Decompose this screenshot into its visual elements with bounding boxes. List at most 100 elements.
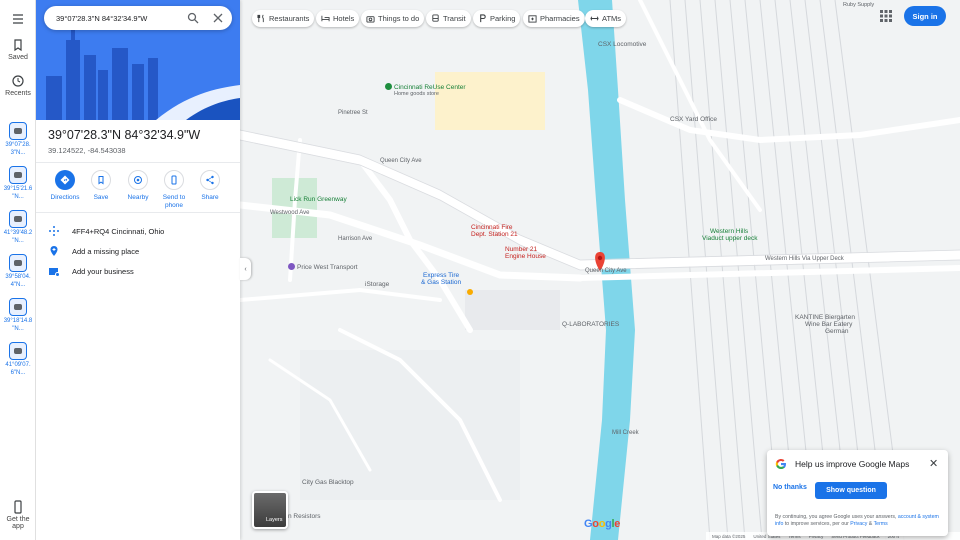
recent-text: 3"N... [10,149,26,156]
collapse-panel-button[interactable]: ‹ [240,258,251,280]
directions-button[interactable]: Directions [46,170,84,202]
chip-label: Pharmacies [540,14,580,23]
recents-button[interactable]: Recents [0,74,36,97]
chip-label: Restaurants [269,14,310,23]
add-business-row[interactable]: Add your business [48,265,134,277]
street-queen-city: Queen City Ave [380,158,422,164]
recent-item[interactable]: 39°58'04. 4"N... [2,254,34,289]
google-g-icon [775,459,786,469]
action-label: Nearby [127,194,149,201]
legal-text: to improve services, per our [784,521,849,527]
action-label: Save [93,194,109,201]
chip-atms[interactable]: ATMs [585,10,627,27]
pharmacy-icon [528,15,537,23]
maps-app: Cincinnati ReUse Center Home goods store… [0,0,960,540]
recent-text: 41°39'48.2 [3,230,33,236]
chip-hotels[interactable]: Hotels [316,10,360,27]
engine-house-label[interactable]: Number 21 [505,246,537,253]
recent-item[interactable]: 39°07'28. 3"N... [2,122,34,157]
search-icon[interactable] [187,12,199,24]
recent-thumb [9,210,27,228]
close-icon[interactable] [213,13,223,23]
add-place-row[interactable]: Add a missing place [48,245,139,257]
layers-label: Layers [266,517,283,523]
place-title: 39°07'28.3"N 84°32'34.9"W [48,128,201,142]
city-gas-label[interactable]: City Gas Blacktop [302,479,354,486]
layers-button[interactable]: Layers [252,491,288,529]
poi-marker [467,289,473,295]
privacy-link[interactable]: Privacy [850,521,867,527]
phone-icon [14,500,22,514]
no-thanks-button[interactable]: No thanks [773,484,807,491]
price-west-label[interactable]: Price West Transport [288,263,358,271]
fire-dept-label[interactable]: Cincinnati Fire [471,224,513,231]
resistors-label[interactable]: n Resistors [288,513,321,520]
search-input[interactable] [56,6,176,30]
kantine-label[interactable]: KANTINE Biergarten [795,314,855,321]
chip-transit[interactable]: Transit [426,10,471,27]
recent-thumb [9,298,27,316]
add-business-text: Add your business [72,266,134,276]
send-circle [164,170,184,190]
express-tire-label[interactable]: Express Tire [423,272,459,279]
show-question-button[interactable]: Show question [815,482,887,499]
recent-text: 39°18'14.8 [3,318,33,324]
chip-restaurants[interactable]: Restaurants [252,10,315,27]
istorage-label[interactable]: iStorage [365,281,389,288]
plus-code-row[interactable]: 4FF4+RQ4 Cincinnati, Ohio [48,225,164,237]
apps-grid-icon[interactable] [880,10,892,22]
recent-item[interactable]: 39°15'21.6 "N... [2,166,34,201]
chip-label: Things to do [378,14,420,23]
close-icon[interactable]: ✕ [929,457,938,470]
hamburger-menu-icon [13,14,23,24]
search-box[interactable] [44,6,232,30]
plus-code-icon [49,226,59,236]
menu-button[interactable] [0,12,36,28]
chip-parking[interactable]: Parking [473,10,521,27]
bed-icon [321,15,330,22]
bookmark-icon [14,39,22,52]
sign-in-button[interactable]: Sign in [904,6,946,26]
lick-run-label[interactable]: Lick Run Greenway [290,196,347,203]
share-circle [200,170,220,190]
q-lab-label[interactable]: Q-LABORATORIES [562,321,619,328]
reuse-center-label[interactable]: Cincinnati ReUse Center [385,83,466,91]
fire-dept-label-2: Dept. Station 21 [471,231,518,238]
survey-legal-text: By continuing, you agree Google uses you… [775,514,943,528]
csx-yard-label[interactable]: CSX Yard Office [670,116,717,123]
recent-item[interactable]: 41°09'07. 6"N... [2,342,34,377]
get-app-button[interactable]: Get the app [0,500,36,530]
plus-code-text: 4FF4+RQ4 Cincinnati, Ohio [72,226,165,236]
nearby-circle [128,170,148,190]
viaduct-label[interactable]: Western Hills [710,228,748,235]
kantine-label-3: German [825,328,849,335]
survey-card: Help us improve Google Maps ✕ No thanks … [767,450,948,536]
nearby-icon [134,176,142,184]
action-label: Directions [50,194,80,201]
history-icon [12,75,24,87]
place-panel: 39°07'28.3"N 84°32'34.9"W 39.124522, -84… [36,0,240,540]
saved-button[interactable]: Saved [0,38,36,61]
lab-block [465,290,560,330]
save-button[interactable]: Save [82,170,120,202]
recent-item[interactable]: 41°39'48.2 "N... [2,210,34,245]
csx-locomotive-label[interactable]: CSX Locomotive [598,41,646,48]
ruby-supply-label[interactable]: Ruby Supply [843,2,874,8]
recent-text: 39°15'21.6 [3,186,33,192]
recent-thumb [9,342,27,360]
action-label: Send to phone [162,194,186,209]
terms-link[interactable]: Terms [874,521,888,527]
share-button[interactable]: Share [191,170,229,202]
share-icon [206,175,214,185]
bookmark-icon [98,176,104,185]
recent-text: 41°09'07. [5,362,31,368]
nearby-button[interactable]: Nearby [119,170,157,202]
reuse-center-sub: Home goods store [394,91,439,97]
chip-label: Transit [443,14,466,23]
send-to-phone-button[interactable]: Send to phone [155,170,193,210]
chip-things-to-do[interactable]: Things to do [361,10,425,27]
chip-pharmacies[interactable]: Pharmacies [523,10,585,27]
divider [36,212,240,213]
recent-item[interactable]: 39°18'14.8 "N... [2,298,34,333]
recent-thumb [9,122,27,140]
